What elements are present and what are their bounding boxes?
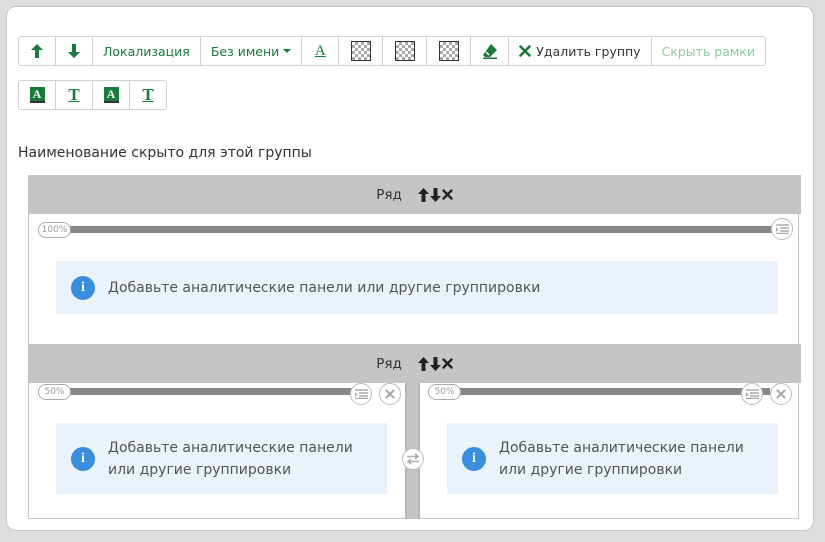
caret-down-icon	[283, 49, 292, 53]
move-up-button[interactable]	[18, 36, 56, 66]
empty-column-message: Добавьте аналитические панели или другие…	[108, 279, 541, 296]
empty-column-alert: i Добавьте аналитические панели или друг…	[56, 423, 387, 494]
content-background-button[interactable]: A	[92, 80, 130, 110]
group-toolbar: Локализация Без имени A Удалить группу С…	[18, 36, 766, 66]
text-background-icon: A	[103, 87, 119, 103]
list-icon	[354, 389, 368, 399]
move-row-down-icon[interactable]	[429, 356, 441, 371]
header-color-button[interactable]	[426, 36, 472, 66]
text-style-icon: T	[68, 85, 80, 104]
transparent-swatch-icon	[438, 41, 459, 61]
text-background-icon: A	[29, 87, 45, 103]
localization-button[interactable]: Локализация	[92, 36, 201, 66]
swap-columns-button[interactable]	[402, 448, 424, 470]
arrow-down-icon	[68, 44, 80, 58]
column-settings-button[interactable]	[350, 383, 372, 405]
empty-column-alert: i Добавьте аналитические панели или друг…	[56, 261, 778, 314]
delete-column-button[interactable]	[379, 383, 401, 405]
close-icon	[519, 45, 532, 57]
delete-column-button[interactable]	[770, 383, 792, 405]
row-header: Ряд	[28, 344, 801, 383]
message-line: Добавьте аналитические панели	[108, 439, 353, 456]
row-header: Ряд	[28, 175, 801, 214]
clear-style-button[interactable]	[470, 36, 510, 66]
move-row-down-icon[interactable]	[429, 187, 441, 202]
empty-column-message: Добавьте аналитические панели или другие…	[499, 437, 744, 481]
font-color-button[interactable]: A	[301, 36, 340, 66]
message-line: или другие группировки	[108, 461, 292, 478]
eraser-icon	[482, 44, 497, 59]
font-color-icon: A	[314, 42, 326, 59]
move-row-up-icon[interactable]	[417, 187, 429, 202]
row-label: Ряд	[376, 355, 402, 372]
column-width-badge: 100%	[38, 222, 71, 238]
transparent-swatch-icon	[394, 41, 415, 61]
column-settings-button[interactable]	[741, 383, 763, 405]
group-title: Наименование скрыто для этой группы	[18, 145, 312, 161]
column-width-slider[interactable]	[63, 226, 780, 233]
title-text-button[interactable]: T	[55, 80, 93, 110]
arrow-up-icon	[31, 44, 43, 58]
empty-column-alert: i Добавьте аналитические панели или друг…	[447, 423, 778, 494]
column-width-badge: 50%	[38, 384, 71, 400]
row-label: Ряд	[376, 186, 402, 203]
background-color-button[interactable]	[338, 36, 384, 66]
close-icon	[385, 389, 395, 399]
move-down-button[interactable]	[55, 36, 93, 66]
delete-row-icon[interactable]	[442, 358, 453, 369]
border-color-button[interactable]	[382, 36, 428, 66]
message-line: или другие группировки	[499, 461, 683, 478]
delete-row-icon[interactable]	[442, 189, 453, 200]
list-icon	[745, 389, 759, 399]
title-background-button[interactable]: A	[18, 80, 56, 110]
info-icon: i	[71, 446, 95, 471]
delete-group-label: Удалить группу	[536, 43, 641, 59]
transparent-swatch-icon	[350, 41, 371, 61]
rows-container: Ряд 100% i Добавьте аналитические панели…	[28, 175, 801, 519]
close-icon	[776, 389, 786, 399]
text-style-icon: T	[142, 85, 154, 104]
name-select-dropdown[interactable]: Без имени	[199, 36, 303, 66]
message-line: Добавьте аналитические панели	[499, 439, 744, 456]
content-text-button[interactable]: T	[129, 80, 167, 110]
column-width-slider[interactable]	[63, 388, 370, 395]
text-style-toolbar: A T A T	[18, 80, 167, 110]
name-select-label: Без имени	[210, 43, 280, 59]
info-icon: i	[71, 275, 95, 300]
list-icon	[775, 224, 789, 234]
column-width-badge: 50%	[428, 384, 461, 400]
move-row-up-icon[interactable]	[417, 356, 429, 371]
info-icon: i	[462, 446, 486, 471]
column-width-slider[interactable]	[453, 388, 770, 395]
delete-group-button[interactable]: Удалить группу	[508, 36, 652, 66]
empty-column-message: Добавьте аналитические панели или другие…	[108, 437, 353, 481]
localization-label: Локализация	[103, 43, 190, 59]
group-editor-panel: Локализация Без имени A Удалить группу С…	[6, 6, 814, 531]
hide-borders-label: Скрыть рамки	[661, 43, 755, 59]
swap-arrows-icon	[406, 453, 420, 465]
column-settings-button[interactable]	[771, 218, 793, 240]
hide-borders-button[interactable]: Скрыть рамки	[650, 36, 766, 66]
